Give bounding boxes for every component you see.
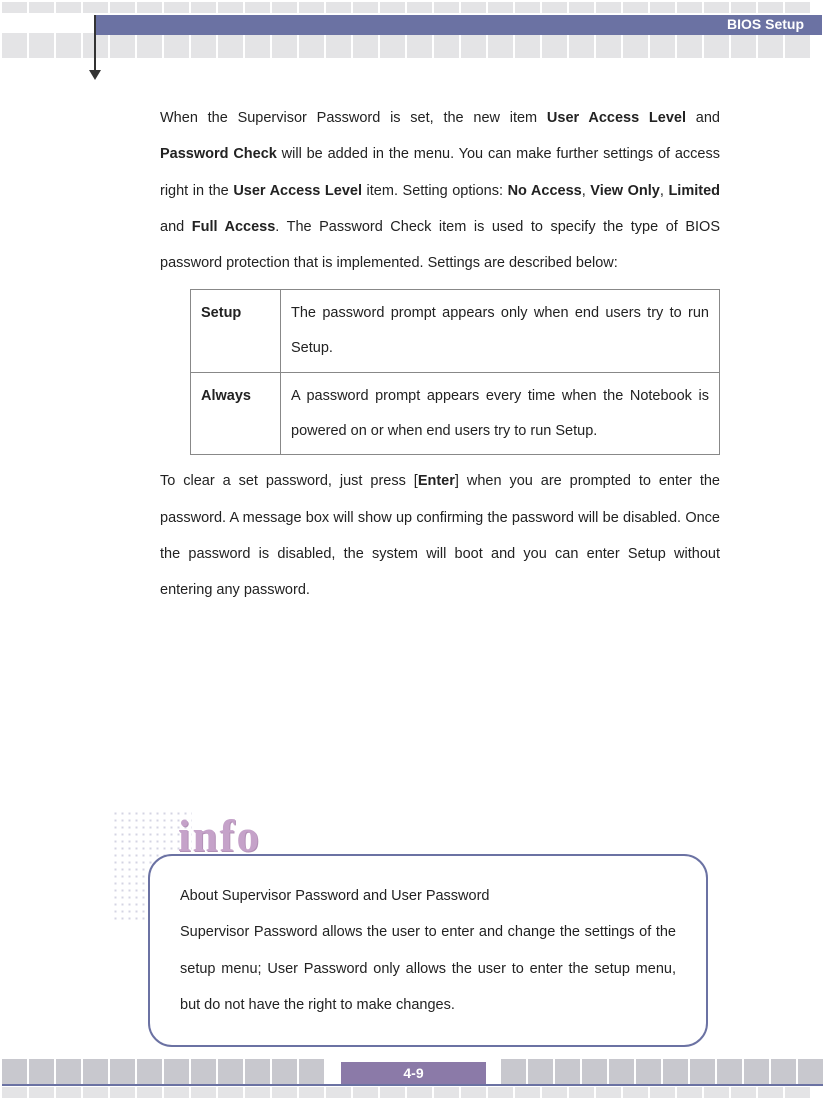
decorative-squares-bottom-left bbox=[2, 1059, 324, 1084]
main-content: When the Supervisor Password is set, the… bbox=[160, 100, 720, 608]
info-box: About Supervisor Password and User Passw… bbox=[148, 854, 708, 1047]
paragraph-2: To clear a set password, just press [Ent… bbox=[160, 463, 720, 608]
decorative-squares-bottom-right bbox=[501, 1059, 823, 1084]
header-underline bbox=[96, 33, 822, 35]
arrow-down-icon bbox=[89, 70, 101, 80]
header-bar: BIOS Setup bbox=[96, 15, 822, 33]
table-row: Setup The password prompt appears only w… bbox=[191, 290, 720, 373]
table-cell-desc: A password prompt appears every time whe… bbox=[281, 372, 720, 455]
footer-line bbox=[2, 1084, 823, 1086]
info-box-container: info About Supervisor Password and User … bbox=[148, 810, 708, 1047]
table-cell-label: Setup bbox=[191, 290, 281, 373]
margin-vertical-line bbox=[94, 15, 96, 75]
decorative-squares-top-2 bbox=[2, 33, 810, 58]
table-cell-desc: The password prompt appears only when en… bbox=[281, 290, 720, 373]
header-title: BIOS Setup bbox=[727, 16, 804, 32]
decorative-squares-top-1 bbox=[2, 2, 810, 13]
page-number: 4-9 bbox=[341, 1062, 486, 1084]
info-text: Supervisor Password allows the user to e… bbox=[180, 914, 676, 1023]
password-check-table: Setup The password prompt appears only w… bbox=[190, 289, 720, 455]
table-cell-label: Always bbox=[191, 372, 281, 455]
table-row: Always A password prompt appears every t… bbox=[191, 372, 720, 455]
info-title: About Supervisor Password and User Passw… bbox=[180, 878, 676, 914]
paragraph-1: When the Supervisor Password is set, the… bbox=[160, 100, 720, 281]
decorative-squares-bottom-2 bbox=[2, 1087, 810, 1098]
